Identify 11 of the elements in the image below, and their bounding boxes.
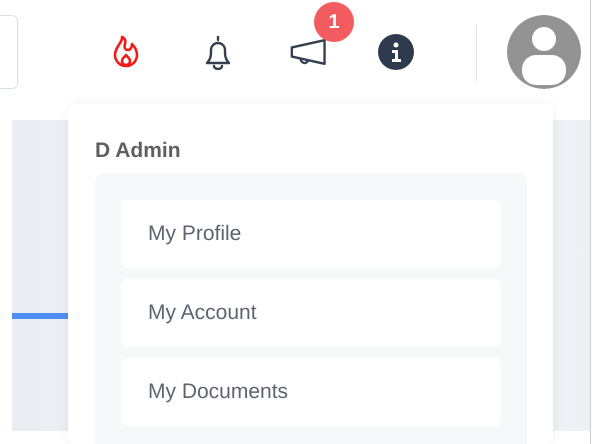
menu-item[interactable]: My Documents <box>121 358 501 426</box>
info-button[interactable] <box>376 32 416 72</box>
info-icon <box>378 34 414 70</box>
search-field[interactable] <box>0 15 18 89</box>
avatar-button[interactable] <box>507 15 581 89</box>
flame-icon <box>113 35 139 69</box>
user-name: D Admin <box>95 138 182 164</box>
notification-count: 1 <box>314 2 354 42</box>
menu-item[interactable]: My Account <box>121 279 501 348</box>
user-avatar-icon <box>507 15 581 89</box>
menu-item[interactable]: My Profile <box>121 200 501 268</box>
